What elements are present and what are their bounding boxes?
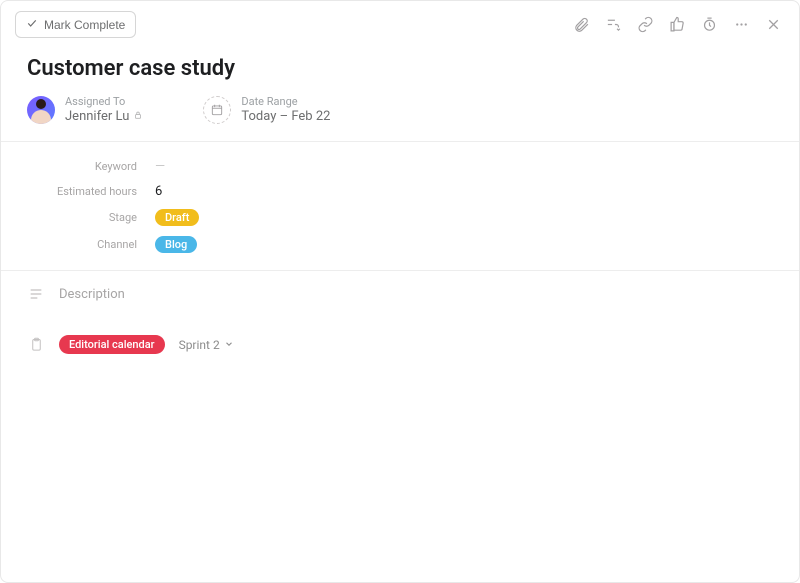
field-estimated-hours[interactable]: Estimated hours 6 (27, 179, 773, 204)
date-range-field[interactable]: Date Range Today – Feb 22 (203, 95, 330, 125)
stage-pill: Draft (155, 209, 199, 226)
section-select[interactable]: Sprint 2 (179, 338, 234, 352)
clipboard-icon (27, 336, 45, 354)
field-stage[interactable]: Stage Draft (27, 204, 773, 231)
date-range-value: Today – Feb 22 (241, 109, 330, 125)
description-label: Description (59, 287, 125, 302)
task-title[interactable]: Customer case study (27, 48, 773, 95)
field-keyword[interactable]: Keyword — (27, 154, 773, 179)
task-toolbar: Mark Complete (1, 1, 799, 48)
assignee-field[interactable]: Assigned To Jennifer Lu (27, 95, 143, 125)
description-section[interactable]: Description (27, 271, 773, 317)
link-icon[interactable] (633, 13, 657, 37)
lock-icon (133, 109, 143, 125)
assignee-label: Assigned To (65, 95, 143, 109)
project-row: Editorial calendar Sprint 2 (27, 317, 773, 356)
channel-pill: Blog (155, 236, 197, 253)
project-pill[interactable]: Editorial calendar (59, 335, 165, 354)
mark-complete-button[interactable]: Mark Complete (15, 11, 136, 38)
attachment-icon[interactable] (569, 13, 593, 37)
date-range-label: Date Range (241, 95, 330, 109)
mark-complete-label: Mark Complete (44, 18, 125, 32)
calendar-icon (203, 96, 231, 124)
close-icon[interactable] (761, 13, 785, 37)
more-icon[interactable] (729, 13, 753, 37)
avatar (27, 96, 55, 124)
custom-fields: Keyword — Estimated hours 6 Stage Draft … (27, 142, 773, 270)
timer-icon[interactable] (697, 13, 721, 37)
like-icon[interactable] (665, 13, 689, 37)
check-icon (26, 17, 38, 32)
assignee-name: Jennifer Lu (65, 109, 129, 125)
task-detail-pane: Mark Complete Customer case study (0, 0, 800, 583)
field-channel[interactable]: Channel Blog (27, 231, 773, 258)
task-meta-row: Assigned To Jennifer Lu Date Range Today… (27, 95, 773, 141)
subtask-icon[interactable] (601, 13, 625, 37)
chevron-down-icon (224, 338, 234, 352)
description-icon (27, 285, 45, 303)
